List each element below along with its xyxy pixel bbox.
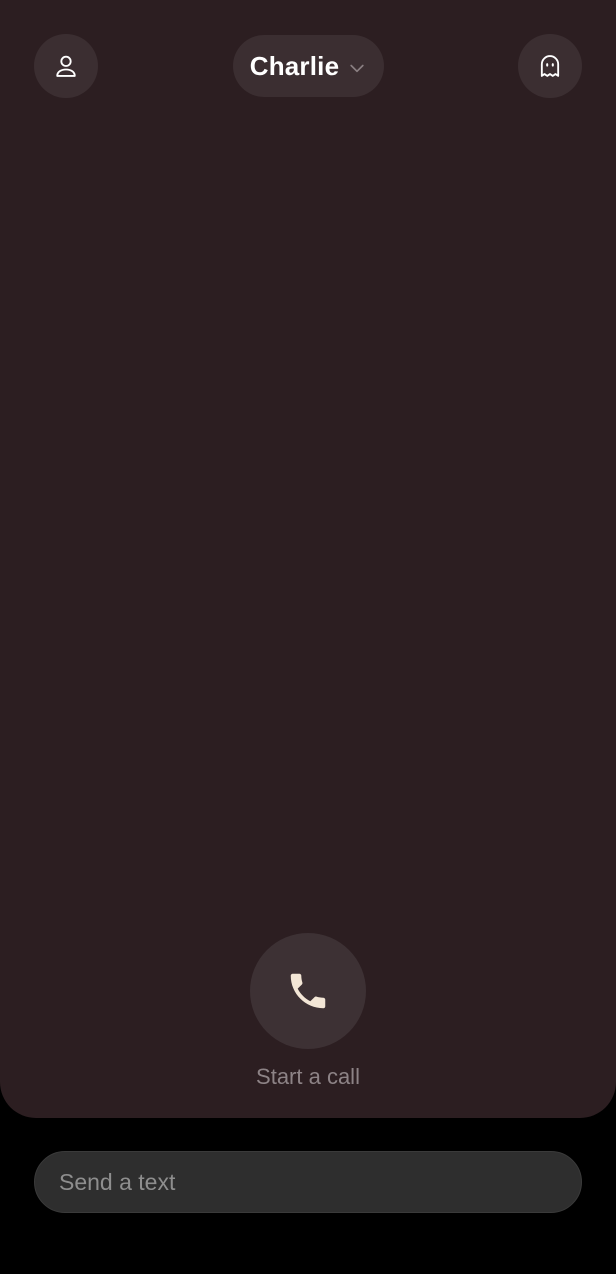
start-call-label: Start a call [256,1064,360,1089]
persona-name: Charlie [249,50,340,81]
start-call-button[interactable] [250,933,366,1049]
persona-selector[interactable]: Charlie [233,35,384,97]
main-panel: Charlie Start a call [0,0,616,1118]
ghost-icon [536,52,564,80]
app-screen: Charlie Start a call Send a text [0,0,616,1274]
send-text-input[interactable] [34,1151,582,1213]
ghost-mode-button[interactable] [518,34,582,98]
phone-icon [285,968,331,1014]
person-icon [52,52,80,80]
profile-button[interactable] [34,34,98,98]
chevron-down-icon [347,54,367,78]
